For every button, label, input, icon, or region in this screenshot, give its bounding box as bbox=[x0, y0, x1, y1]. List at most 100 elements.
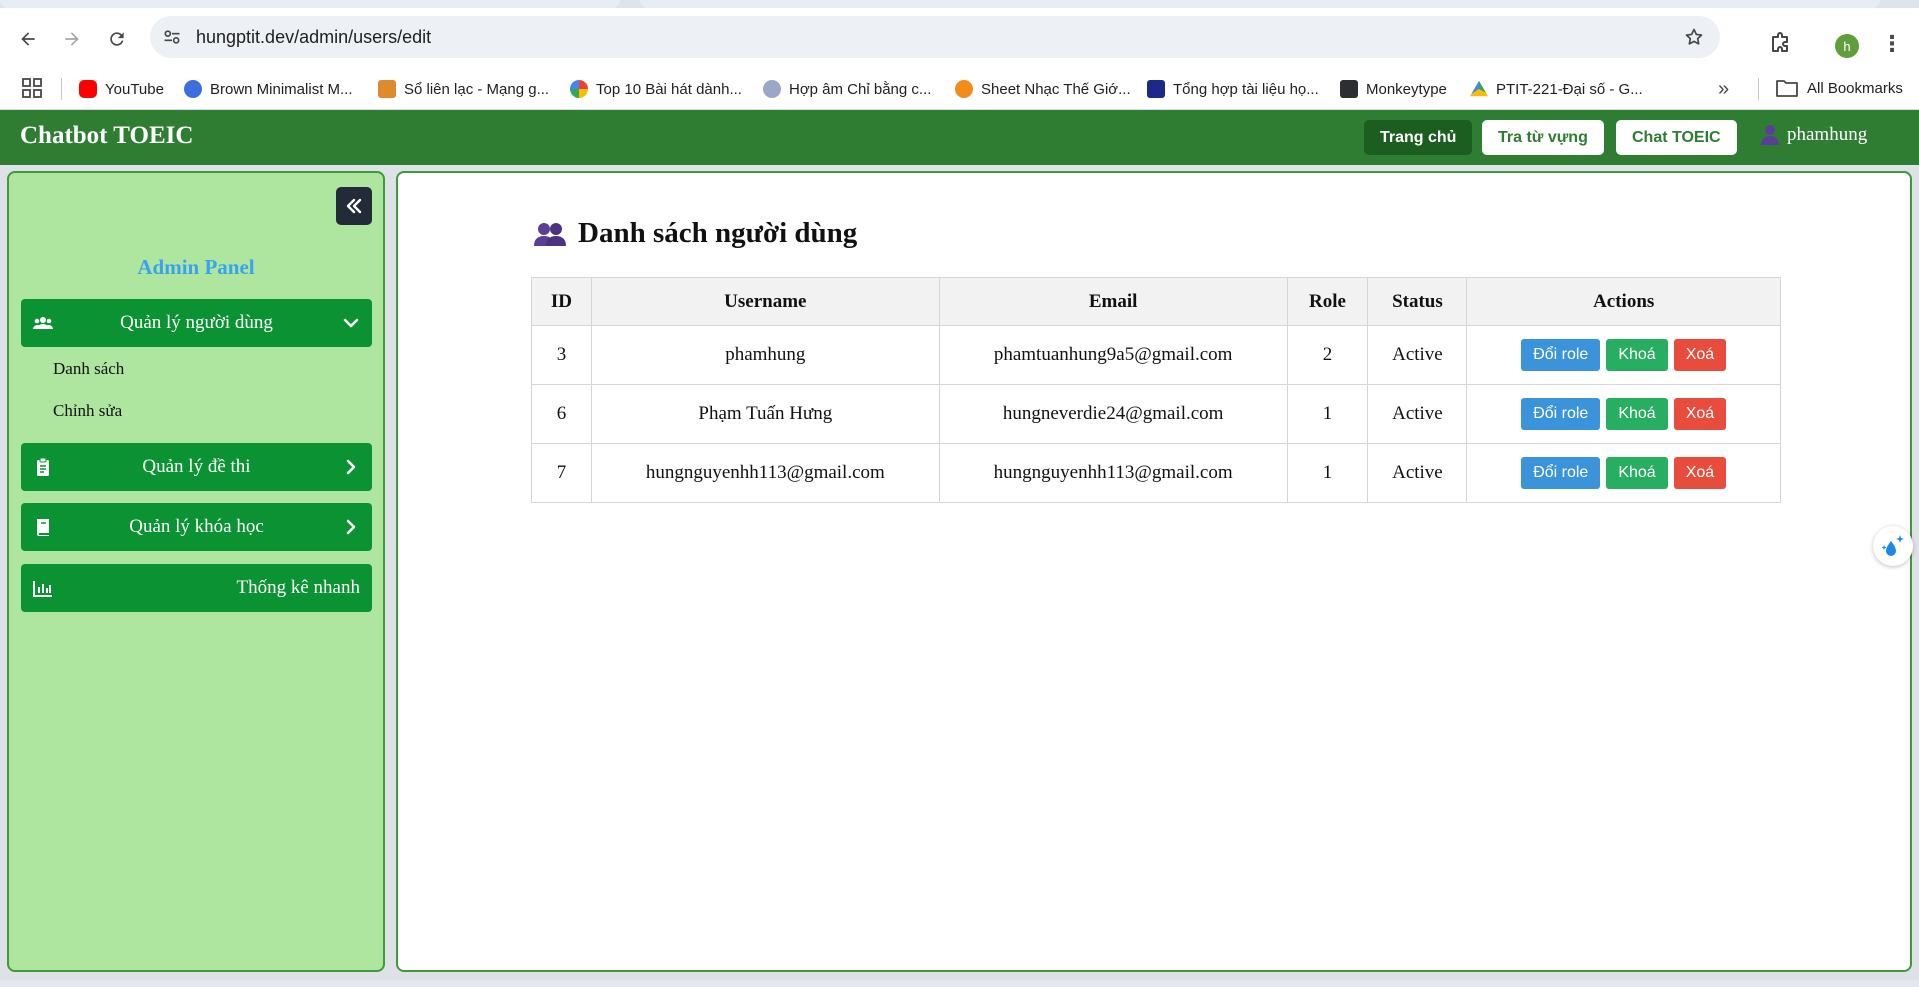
user-icon bbox=[1761, 125, 1779, 145]
change-role-button[interactable]: Đổi role bbox=[1521, 398, 1601, 430]
cell-actions: Đổi role Khoá Xoá bbox=[1466, 384, 1781, 444]
table-row: 7 hungnguyenhh113@gmail.com hungnguyenhh… bbox=[531, 443, 1781, 503]
browser-menu-icon[interactable]: ⋮ bbox=[1880, 31, 1904, 56]
cell-status: Active bbox=[1367, 384, 1468, 444]
bookmark-ptit[interactable]: PTIT-221-Đại số - G... bbox=[1470, 78, 1643, 100]
url-text[interactable]: hungptit.dev/admin/users/edit bbox=[196, 27, 431, 48]
main-content: Danh sách người dùng ID Username Email R… bbox=[396, 171, 1912, 972]
sidebar-item-label: Quản lý khóa học bbox=[129, 516, 264, 537]
chrome-icon bbox=[570, 80, 588, 98]
cell-role: 1 bbox=[1286, 443, 1369, 503]
chart-icon bbox=[33, 581, 52, 597]
bookmark-label: Sheet Nhạc Thế Giớ... bbox=[981, 80, 1131, 98]
nav-chat-button[interactable]: Chat TOEIC bbox=[1616, 120, 1737, 155]
document-icon bbox=[1147, 80, 1165, 98]
users-table: ID Username Email Role Status Actions 3 … bbox=[531, 277, 1781, 503]
bookmark-label: Monkeytype bbox=[1366, 80, 1447, 98]
bookmark-label: Brown Minimalist M... bbox=[210, 80, 353, 98]
delete-user-button[interactable]: Xoá bbox=[1673, 339, 1727, 371]
browser-tab[interactable] bbox=[0, 0, 620, 8]
username-label: phamhung bbox=[1787, 124, 1868, 145]
apps-grid-icon[interactable] bbox=[22, 78, 42, 98]
cell-status: Active bbox=[1367, 443, 1468, 503]
nav-vocabulary-button[interactable]: Tra từ vựng bbox=[1482, 120, 1604, 155]
cell-id: 6 bbox=[531, 384, 592, 444]
more-bookmarks-icon[interactable]: » bbox=[1718, 78, 1729, 101]
bookmarks-divider bbox=[1758, 78, 1759, 100]
users-icon bbox=[534, 222, 566, 246]
column-header-username[interactable]: Username bbox=[590, 277, 940, 326]
delete-user-button[interactable]: Xoá bbox=[1673, 398, 1727, 430]
bookmark-so-lien-lac[interactable]: Sổ liên lạc - Mạng g... bbox=[378, 78, 549, 100]
cell-username: Phạm Tuấn Hưng bbox=[590, 384, 940, 444]
cell-status: Active bbox=[1367, 325, 1468, 385]
collapse-sidebar-button[interactable] bbox=[336, 187, 372, 225]
reload-button[interactable] bbox=[102, 24, 132, 54]
change-role-button[interactable]: Đổi role bbox=[1521, 339, 1601, 371]
lock-user-button[interactable]: Khoá bbox=[1606, 457, 1668, 489]
bookmark-monkeytype[interactable]: Monkeytype bbox=[1340, 78, 1447, 100]
sidebar-subitem-list[interactable]: Danh sách bbox=[53, 359, 124, 379]
profile-avatar[interactable]: h bbox=[1835, 34, 1859, 58]
cell-actions: Đổi role Khoá Xoá bbox=[1466, 325, 1781, 385]
cell-username: hungnguyenhh113@gmail.com bbox=[590, 443, 940, 503]
bookmark-youtube[interactable]: YouTube bbox=[79, 78, 164, 100]
back-button[interactable] bbox=[13, 24, 43, 54]
bookmark-canva[interactable]: Brown Minimalist M... bbox=[184, 78, 353, 100]
cell-role: 1 bbox=[1286, 384, 1369, 444]
sidebar-item-stats[interactable]: Thống kê nhanh bbox=[21, 564, 372, 612]
extensions-icon[interactable] bbox=[1768, 32, 1792, 56]
cell-email: hungnguyenhh113@gmail.com bbox=[938, 443, 1288, 503]
chevron-down-icon bbox=[343, 318, 359, 328]
forward-button[interactable] bbox=[57, 24, 87, 54]
address-bar[interactable]: hungptit.dev/admin/users/edit bbox=[150, 16, 1720, 58]
arrow-right-icon bbox=[65, 32, 79, 46]
canva-icon bbox=[184, 80, 202, 98]
bookmark-sheet-nhac[interactable]: Sheet Nhạc Thế Giớ... bbox=[955, 78, 1131, 100]
sidebar-item-label: Quản lý đề thi bbox=[142, 456, 251, 477]
window-bottom-edge bbox=[0, 980, 1919, 987]
all-bookmarks-label: All Bookmarks bbox=[1807, 79, 1903, 97]
sidebar-item-courses[interactable]: Quản lý khóa học bbox=[21, 503, 372, 551]
bookmark-label: Sổ liên lạc - Mạng g... bbox=[404, 80, 550, 98]
bookmark-top10[interactable]: Top 10 Bài hát dành... bbox=[570, 78, 742, 100]
cell-role: 2 bbox=[1286, 325, 1369, 385]
lock-user-button[interactable]: Khoá bbox=[1606, 339, 1668, 371]
user-menu[interactable]: phamhung bbox=[1760, 124, 1867, 146]
column-header-status[interactable]: Status bbox=[1367, 277, 1468, 326]
bookmark-label: Top 10 Bài hát dành... bbox=[596, 80, 742, 98]
bookmark-hop-am[interactable]: Hợp âm Chỉ bằng c... bbox=[763, 78, 931, 100]
bookmark-star-icon[interactable] bbox=[1684, 27, 1704, 47]
nav-home-button[interactable]: Trang chủ bbox=[1364, 120, 1473, 155]
bookmarks-bar: YouTube Brown Minimalist M... Sổ liên lạ… bbox=[0, 68, 1919, 110]
floating-assistant-button[interactable] bbox=[1873, 526, 1913, 566]
change-role-button[interactable]: Đổi role bbox=[1521, 457, 1601, 489]
keyboard-icon bbox=[1340, 80, 1358, 98]
column-header-email[interactable]: Email bbox=[938, 277, 1288, 326]
bookmark-tong-hop[interactable]: Tổng hợp tài liệu họ... bbox=[1147, 78, 1319, 100]
double-chevron-left-icon bbox=[346, 198, 362, 214]
page-title: Danh sách người dùng bbox=[534, 217, 857, 250]
sparkle-drop-icon bbox=[1881, 535, 1904, 556]
app-header: Chatbot TOEIC Trang chủ Tra từ vựng Chat… bbox=[0, 110, 1919, 165]
column-header-id[interactable]: ID bbox=[531, 277, 592, 326]
sidebar-item-exams[interactable]: Quản lý đề thi bbox=[21, 443, 372, 491]
drive-icon bbox=[1470, 80, 1488, 97]
table-row: 3 phamhung phamtuanhung9a5@gmail.com 2 A… bbox=[531, 325, 1781, 385]
brand-logo[interactable]: Chatbot TOEIC bbox=[20, 122, 193, 150]
sidebar-subitem-edit[interactable]: Chỉnh sửa bbox=[53, 401, 122, 421]
cell-email: phamtuanhung9a5@gmail.com bbox=[938, 325, 1288, 385]
chart-building-icon bbox=[378, 80, 396, 98]
lock-user-button[interactable]: Khoá bbox=[1606, 398, 1668, 430]
delete-user-button[interactable]: Xoá bbox=[1673, 457, 1727, 489]
cell-id: 3 bbox=[531, 325, 592, 385]
sidebar-item-users[interactable]: Quản lý người dùng bbox=[21, 299, 372, 347]
all-bookmarks-button[interactable]: All Bookmarks bbox=[1776, 78, 1903, 98]
bookmark-label: PTIT-221-Đại số - G... bbox=[1496, 80, 1643, 98]
reload-icon bbox=[110, 32, 124, 46]
youtube-icon bbox=[79, 80, 97, 98]
site-settings-icon[interactable] bbox=[162, 27, 182, 47]
sidebar-item-label: Thống kê nhanh bbox=[236, 577, 360, 598]
browser-tab-active[interactable] bbox=[640, 0, 1880, 8]
column-header-role[interactable]: Role bbox=[1286, 277, 1369, 326]
